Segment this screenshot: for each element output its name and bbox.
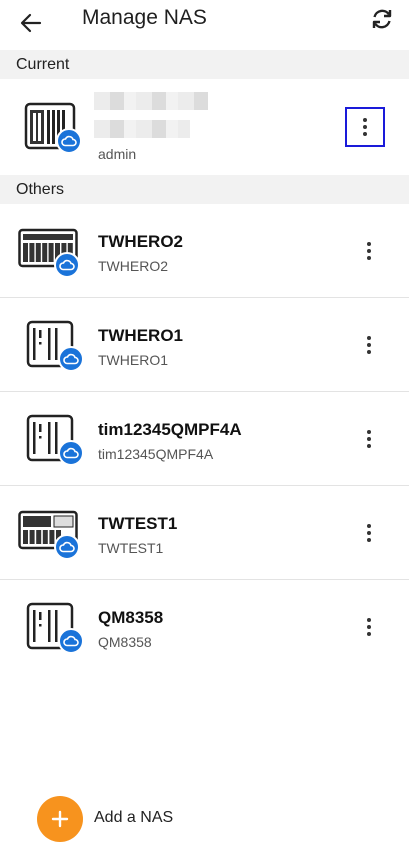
back-button[interactable] [16,8,46,38]
nas-device-icon [24,318,88,372]
more-options-button[interactable] [345,107,385,147]
more-vert-icon [367,618,371,622]
section-header-current: Current [0,50,409,79]
more-options-button[interactable] [359,521,379,545]
nas-name: TWHERO2 [98,232,183,251]
nas-row[interactable]: TWHERO1 TWHERO1 [0,298,409,392]
nas-name: tim12345QMPF4A [98,420,242,439]
nas-host: TWTEST1 [98,540,164,556]
more-vert-icon [367,336,371,340]
nas-device-icon [24,600,88,654]
nas-device-icon [18,224,82,278]
nas-host: QM8358 [98,634,152,650]
more-vert-icon [367,524,371,528]
more-vert-icon [367,430,371,434]
plus-icon [51,810,69,828]
nas-device-icon [24,412,88,466]
more-options-button[interactable] [359,427,379,451]
nas-device-icon [18,506,82,560]
nas-host: TWHERO2 [98,258,168,274]
nas-host: TWHERO1 [98,352,168,368]
cloud-icon [54,534,80,560]
add-nas-button[interactable] [37,796,83,842]
cloud-icon [58,440,84,466]
nas-name: TWHERO1 [98,326,183,345]
more-options-button[interactable] [359,333,379,357]
more-vert-icon [367,242,371,246]
cloud-icon [58,346,84,372]
cloud-icon [58,628,84,654]
nas-row[interactable]: tim12345QMPF4A tim12345QMPF4A [0,392,409,486]
redacted-device-address [94,120,190,138]
more-options-button[interactable] [359,239,379,263]
more-vert-icon [363,118,367,122]
add-nas-label: Add a NAS [94,809,174,826]
device-list: TWHERO2 TWHERO2 TWHERO1 TWHERO1 tim12345QMPF… [0,204,409,674]
nas-name: QM8358 [98,608,164,627]
nas-device-icon [24,100,82,154]
cloud-icon [56,128,82,154]
nas-row[interactable]: QM8358 QM8358 [0,580,409,674]
nas-row[interactable]: TWHERO2 TWHERO2 [0,204,409,298]
section-header-others: Others [0,175,409,204]
current-nas-row[interactable]: admin [0,79,409,175]
refresh-icon [372,9,392,29]
nas-row[interactable]: TWTEST1 TWTEST1 [0,486,409,580]
nas-host: tim12345QMPF4A [98,446,214,462]
top-bar: Manage NAS [0,0,409,48]
nas-name: TWTEST1 [98,514,178,533]
more-options-button[interactable] [359,615,379,639]
refresh-button[interactable] [368,5,396,33]
redacted-device-name [94,92,208,110]
page-title: Manage NAS [82,6,207,29]
current-user-label: admin [98,146,137,162]
arrow-left-icon [20,13,42,33]
cloud-icon [54,252,80,278]
